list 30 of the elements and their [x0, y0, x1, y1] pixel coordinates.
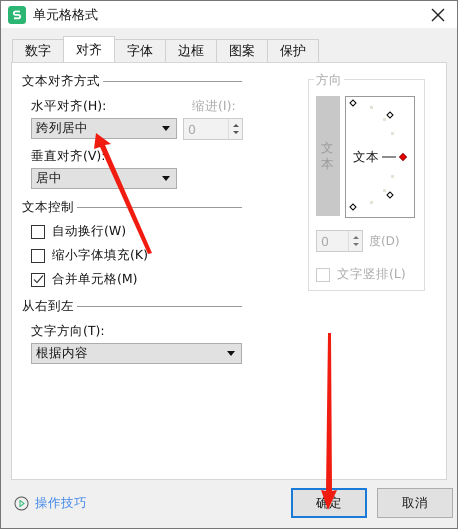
checkbox-label: 合并单元格(M) [52, 271, 138, 288]
field-label: 垂直对齐(V): [31, 148, 107, 165]
section-title: 文本对齐方式 [22, 73, 100, 90]
checkbox[interactable] [31, 272, 45, 286]
section-title: 从右到左 [22, 298, 74, 315]
tab[interactable]: 对齐 [63, 36, 115, 62]
window-title: 单元格格式 [33, 6, 99, 24]
dialog-button[interactable]: 取消 [377, 488, 453, 518]
tab[interactable]: 保护 [267, 39, 319, 62]
checkbox-label: 缩小字体填充(K) [52, 247, 148, 264]
dropdown[interactable]: 根据内容 [31, 343, 242, 364]
dropdown[interactable]: 跨列居中 [31, 118, 177, 139]
group-title: 方向 [314, 72, 344, 89]
checkbox[interactable] [31, 224, 45, 238]
field-label: 缩进(I): [192, 98, 237, 115]
tab[interactable]: 数字 [12, 39, 64, 62]
checkbox-label: 自动换行(W) [52, 223, 126, 240]
checkbox-label: 文字竖排(L) [337, 266, 406, 283]
section-title: 文本控制 [22, 199, 74, 216]
play-icon[interactable] [14, 496, 29, 510]
field-label: 度(D) [369, 232, 400, 250]
app-icon [8, 6, 26, 24]
orientation-dial[interactable]: 文本 [345, 96, 415, 218]
dial-pointer-icon[interactable] [379, 152, 409, 162]
close-icon[interactable] [431, 8, 445, 22]
field-label: 文字方向(T): [31, 323, 106, 340]
field-label: 水平对齐(H): [31, 98, 108, 115]
dial-label: 文本 [353, 148, 379, 166]
dropdown[interactable]: 居中 [31, 168, 177, 189]
checkbox[interactable] [31, 248, 45, 262]
